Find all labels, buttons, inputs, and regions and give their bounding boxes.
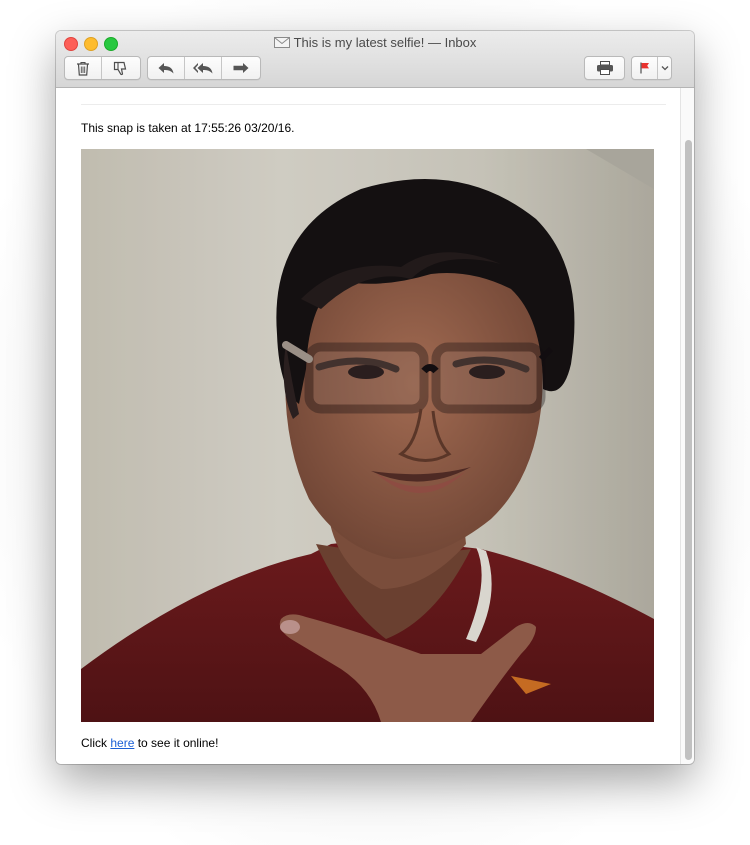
flag-menu-button[interactable] bbox=[658, 57, 671, 79]
window-title: This is my latest selfie! — Inbox bbox=[56, 35, 694, 50]
mail-message-window: This is my latest selfie! — Inbox This s… bbox=[56, 31, 694, 764]
reply-all-button[interactable] bbox=[185, 57, 222, 79]
footer-suffix: to see it online! bbox=[134, 736, 219, 750]
trash-icon bbox=[76, 61, 90, 76]
delete-button[interactable] bbox=[65, 57, 102, 79]
print-group bbox=[584, 56, 625, 80]
reply-icon bbox=[157, 61, 175, 75]
flag-group bbox=[631, 56, 672, 80]
message-scrollbar[interactable] bbox=[680, 88, 694, 764]
junk-thumbs-down-icon bbox=[113, 61, 129, 76]
reply-all-icon bbox=[192, 61, 214, 75]
envelope-icon bbox=[273, 36, 290, 48]
print-icon bbox=[596, 61, 614, 75]
message-body[interactable]: This snap is taken at 17:55:26 03/20/16. bbox=[56, 88, 680, 764]
junk-button[interactable] bbox=[102, 57, 140, 79]
message-intro-text: This snap is taken at 17:55:26 03/20/16. bbox=[81, 121, 295, 135]
print-button[interactable] bbox=[585, 57, 624, 79]
scrollbar-thumb[interactable] bbox=[685, 140, 692, 760]
reply-button[interactable] bbox=[148, 57, 185, 79]
flag-button[interactable] bbox=[632, 57, 658, 79]
flag-icon bbox=[639, 62, 650, 74]
forward-icon bbox=[232, 61, 250, 75]
delete-junk-group bbox=[64, 56, 141, 80]
window-title-text: This is my latest selfie! — Inbox bbox=[293, 35, 477, 50]
message-footer-text: Click here to see it online! bbox=[81, 736, 218, 750]
footer-prefix: Click bbox=[81, 736, 111, 750]
forward-button[interactable] bbox=[222, 57, 260, 79]
header-divider bbox=[81, 104, 666, 105]
selfie-photo bbox=[81, 149, 654, 722]
see-online-link[interactable]: here bbox=[110, 736, 134, 750]
window-titlebar[interactable]: This is my latest selfie! — Inbox bbox=[56, 31, 694, 88]
reply-forward-group bbox=[147, 56, 261, 80]
chevron-down-icon bbox=[661, 65, 669, 71]
